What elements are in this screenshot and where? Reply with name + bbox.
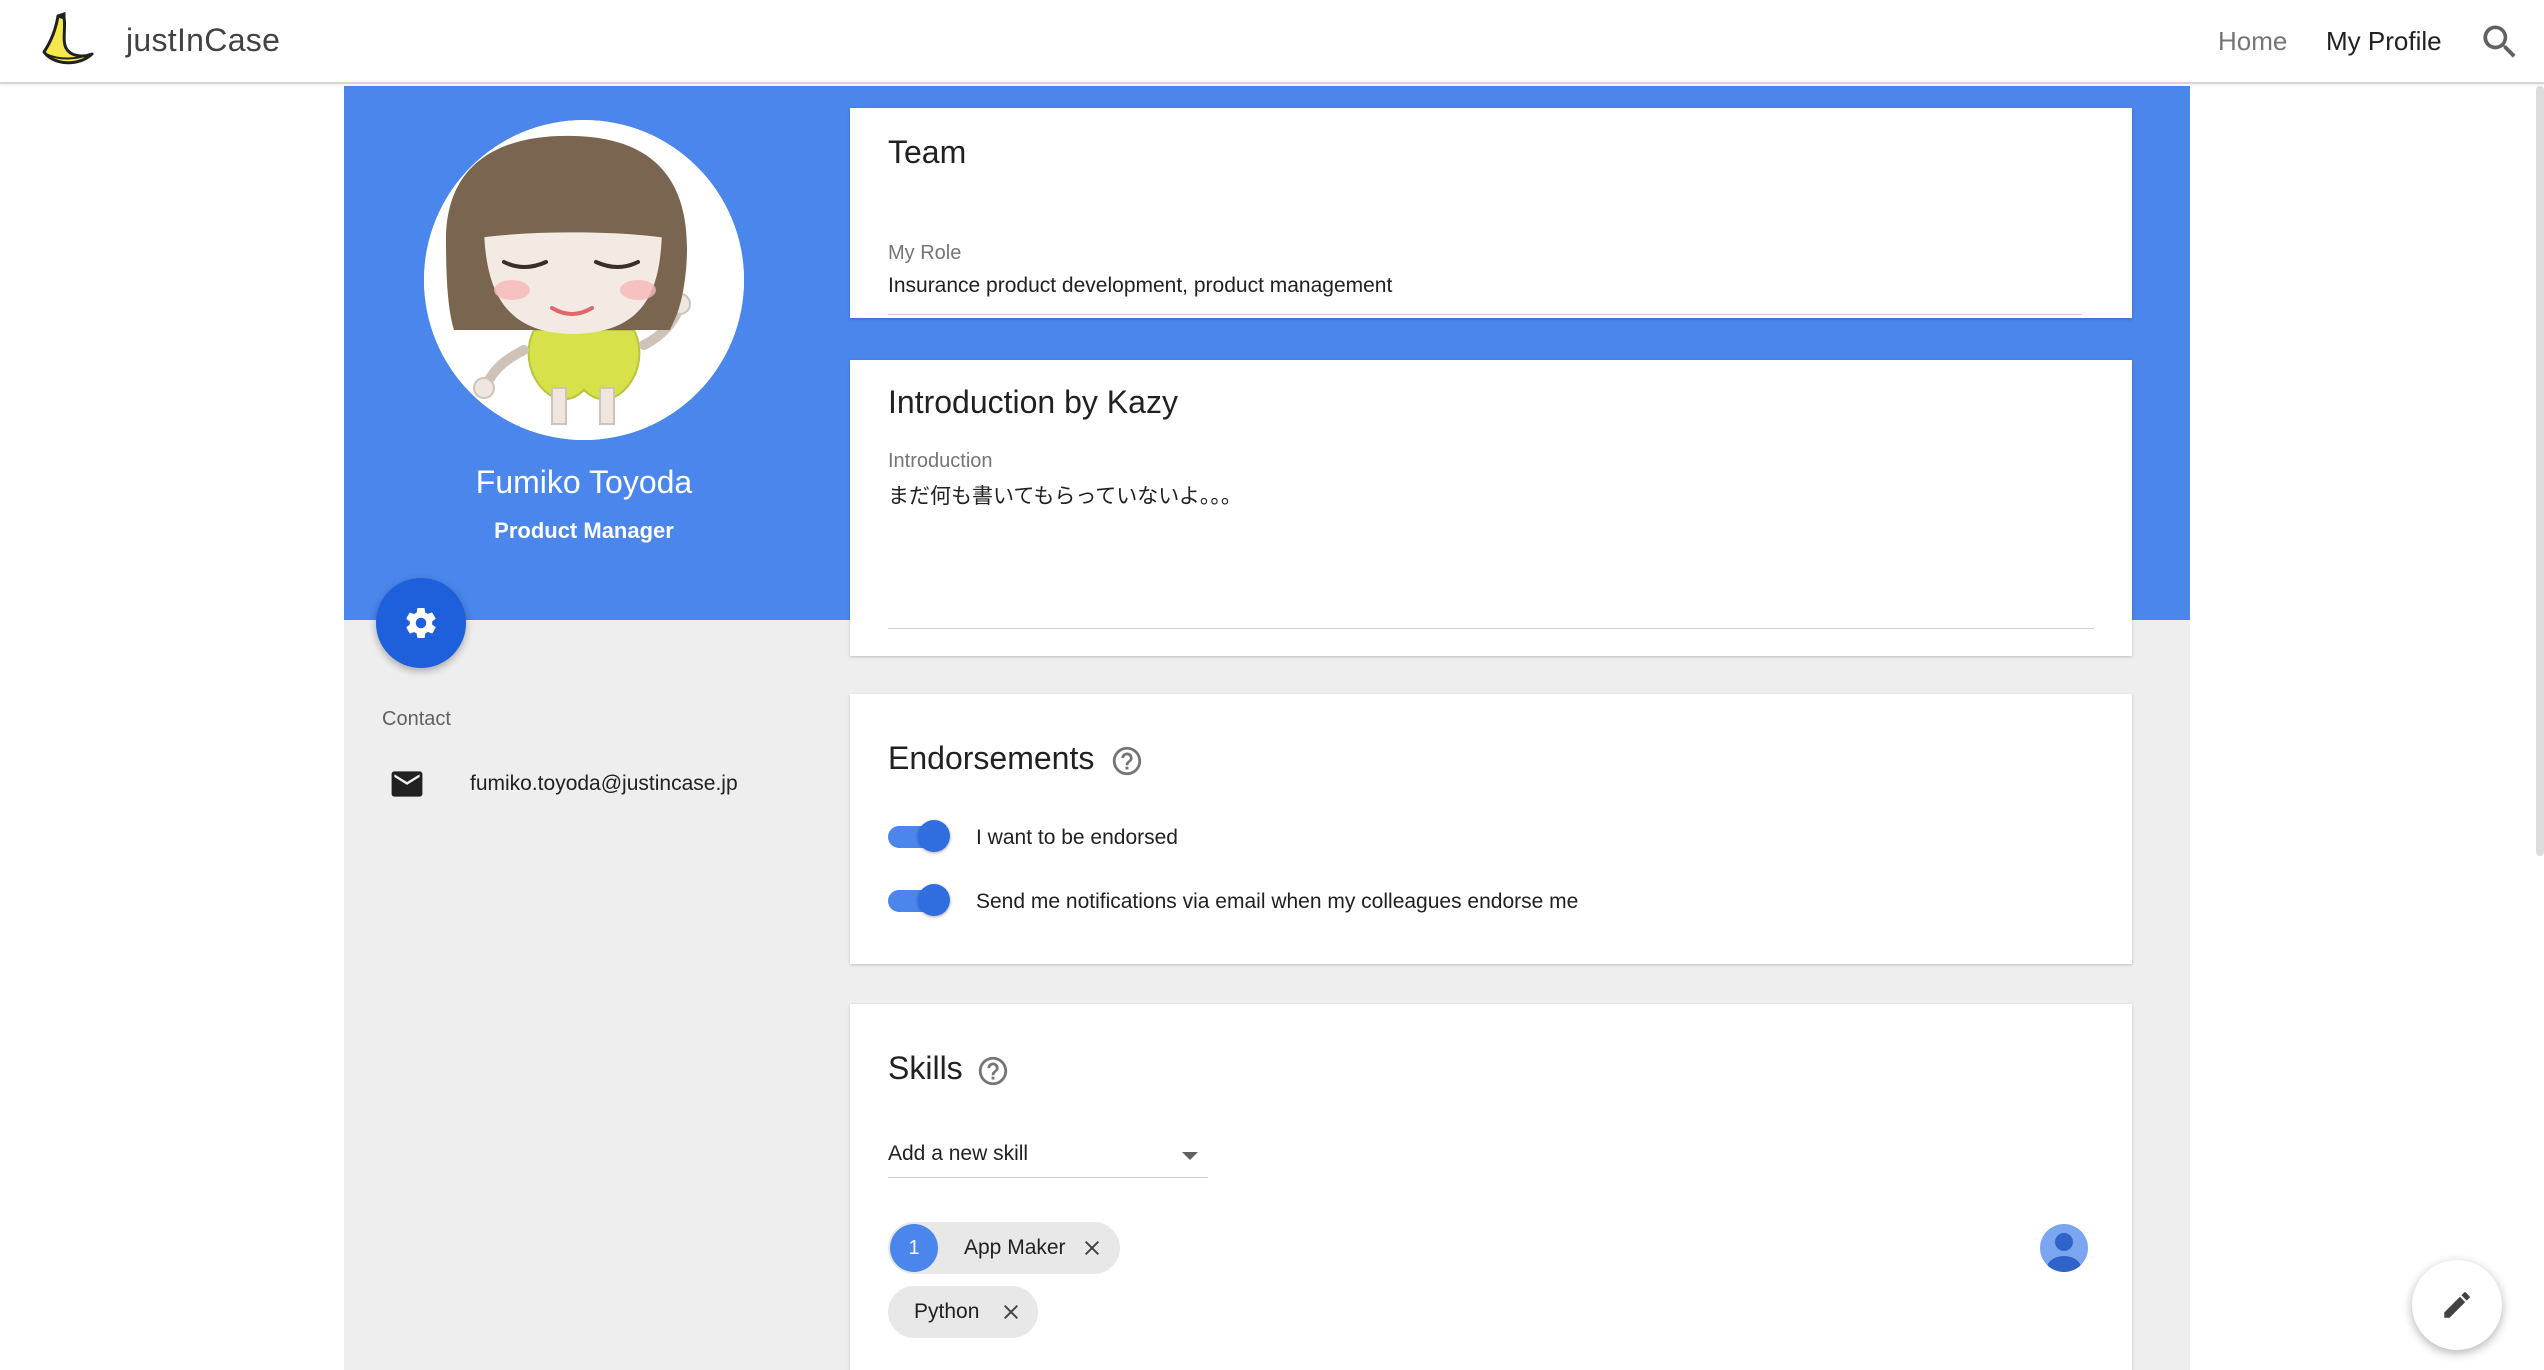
banana-logo-icon[interactable] — [36, 10, 100, 70]
skill-chip-python[interactable]: Python — [888, 1286, 1038, 1338]
contact-label: Contact — [382, 708, 451, 730]
skills-card-title: Skills — [888, 1050, 963, 1086]
avatar-illustration — [424, 120, 744, 440]
endorse-toggle[interactable] — [888, 820, 950, 852]
nav-my-profile-link[interactable]: My Profile — [2326, 26, 2442, 57]
page-scrollbar[interactable] — [2536, 86, 2544, 856]
brand-name[interactable]: justInCase — [126, 22, 280, 59]
skill-chip-label: Python — [914, 1300, 980, 1323]
contact-email-row: fumiko.toyoda@justincase.jp — [390, 762, 738, 806]
search-icon[interactable] — [2478, 20, 2522, 64]
dropdown-arrow-icon — [1182, 1152, 1198, 1160]
endorse-toggle-label: I want to be endorsed — [976, 826, 1178, 849]
help-circle-icon[interactable] — [1110, 744, 1144, 778]
endorser-avatar[interactable] — [2040, 1224, 2088, 1272]
profile-name: Fumiko Toyoda — [475, 464, 693, 500]
edit-button[interactable] — [2412, 1260, 2502, 1350]
profile-avatar — [424, 120, 744, 440]
role-field-label: My Role — [888, 242, 962, 264]
pencil-icon — [2444, 1292, 2470, 1318]
introduction-field-value[interactable]: まだ何も書いてもらっていないよ。。。 — [888, 480, 1242, 510]
mail-icon — [391, 771, 423, 797]
introduction-card: Introduction by Kazy Introduction まだ何も書い… — [850, 360, 2132, 656]
gear-icon — [406, 607, 436, 639]
add-skill-select[interactable]: Add a new skill — [888, 1130, 1208, 1178]
email-notification-toggle[interactable] — [888, 884, 950, 916]
skill-endorse-count: 1 — [890, 1224, 938, 1272]
role-field-value[interactable]: Insurance product development, product m… — [888, 274, 1392, 298]
profile-title: Product Manager — [494, 518, 674, 543]
skills-card: Skills Add a new skill 1 App Maker Pytho… — [850, 1004, 2132, 1370]
settings-button[interactable] — [376, 578, 466, 668]
profile-page: Fumiko Toyoda Product Manager Contact fu… — [344, 86, 2190, 1370]
help-circle-icon[interactable] — [976, 1054, 1010, 1088]
toggle-thumb — [918, 884, 950, 916]
team-card-title: Team — [888, 134, 967, 170]
close-icon[interactable] — [1080, 1236, 1104, 1260]
team-card: Team My Role Insurance product developme… — [850, 108, 2132, 318]
endorsements-card: Endorsements I want to be endorsed Send … — [850, 694, 2132, 964]
skill-chip-app-maker[interactable]: 1 App Maker — [888, 1222, 1120, 1274]
top-app-bar: justInCase Home My Profile — [0, 0, 2544, 84]
role-field-underline — [888, 314, 2082, 315]
skill-chip-label: App Maker — [964, 1236, 1066, 1259]
introduction-field-label: Introduction — [888, 450, 993, 472]
endorsements-card-title: Endorsements — [888, 740, 1095, 776]
contact-email[interactable]: fumiko.toyoda@justincase.jp — [470, 772, 738, 796]
add-skill-select-value: Add a new skill — [888, 1142, 1029, 1165]
nav-home-link[interactable]: Home — [2218, 26, 2287, 57]
introduction-card-title: Introduction by Kazy — [888, 384, 1178, 420]
toggle-thumb — [918, 820, 950, 852]
person-icon — [2047, 1233, 2081, 1272]
close-icon[interactable] — [999, 1300, 1023, 1324]
introduction-field-underline — [888, 628, 2094, 629]
email-notification-toggle-label: Send me notifications via email when my … — [976, 890, 1579, 913]
